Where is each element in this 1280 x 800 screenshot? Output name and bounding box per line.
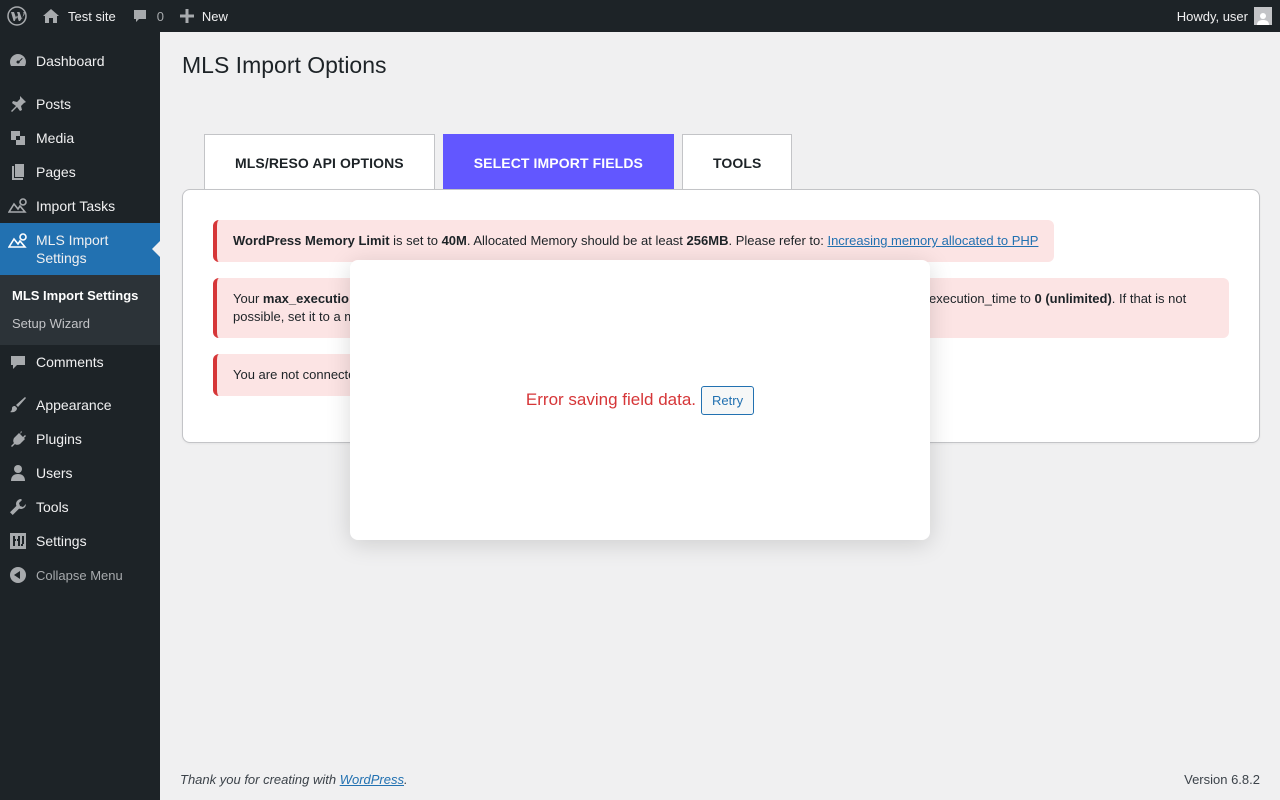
collapse-menu-button[interactable]: Collapse Menu bbox=[0, 558, 160, 592]
notice-text: Your bbox=[233, 291, 263, 306]
notice-text: . Please refer to: bbox=[728, 233, 828, 248]
plus-icon bbox=[179, 9, 194, 23]
media-icon bbox=[8, 128, 28, 148]
notice-bold: max_executio bbox=[262, 291, 349, 306]
dashboard-icon bbox=[8, 51, 28, 71]
notice-bold: 0 (unlimited) bbox=[1034, 291, 1112, 306]
brush-icon bbox=[8, 395, 28, 415]
sidebar-item-import-tasks[interactable]: Import Tasks bbox=[0, 189, 160, 223]
comment-icon bbox=[8, 352, 28, 372]
sidebar-item-label: Posts bbox=[36, 96, 72, 112]
sidebar-item-plugins[interactable]: Plugins bbox=[0, 422, 160, 456]
collapse-label: Collapse Menu bbox=[36, 567, 123, 583]
sidebar-item-tools[interactable]: Tools bbox=[0, 490, 160, 524]
tab-select-import-fields[interactable]: SELECT IMPORT FIELDS bbox=[442, 134, 674, 190]
user-icon bbox=[8, 463, 28, 483]
sidebar-item-label: Tools bbox=[36, 499, 69, 515]
memory-notice: WordPress Memory Limit is set to 40M. Al… bbox=[213, 220, 1055, 262]
notice-text: possible, set it to a m bbox=[233, 309, 356, 324]
notice-text: execution_time to bbox=[929, 291, 1035, 306]
sidebar-item-media[interactable]: Media bbox=[0, 121, 160, 155]
sidebar-item-users[interactable]: Users bbox=[0, 456, 160, 490]
footer-period: . bbox=[404, 772, 408, 787]
sidebar-item-label: Pages bbox=[36, 164, 76, 180]
error-message: Error saving field data. bbox=[525, 390, 697, 409]
home-icon bbox=[42, 7, 60, 25]
page-title: MLS Import Options bbox=[182, 52, 387, 78]
sidebar-item-label: Dashboard bbox=[36, 53, 105, 69]
settings-icon bbox=[8, 531, 28, 551]
submenu-item-setup-wizard[interactable]: Setup Wizard bbox=[0, 310, 160, 338]
import-icon bbox=[8, 231, 28, 251]
sidebar-item-settings[interactable]: Settings bbox=[0, 524, 160, 558]
admin-bar: Test site 0 New Howdy, user bbox=[0, 0, 1280, 32]
sidebar-item-label: Settings bbox=[36, 533, 87, 549]
comments-link[interactable]: 0 bbox=[124, 0, 172, 32]
sidebar-item-pages[interactable]: Pages bbox=[0, 155, 160, 189]
comments-count: 0 bbox=[156, 8, 164, 24]
pin-icon bbox=[8, 94, 28, 114]
new-content-link[interactable]: New bbox=[172, 0, 236, 32]
sidebar-item-posts[interactable]: Posts bbox=[0, 87, 160, 121]
sidebar-item-label: Comments bbox=[36, 354, 104, 370]
tab-bar: MLS/RESO API OPTIONS SELECT IMPORT FIELD… bbox=[204, 134, 793, 190]
submenu-item-mls-import-settings[interactable]: MLS Import Settings bbox=[0, 282, 160, 310]
submenu: MLS Import Settings Setup Wizard bbox=[0, 275, 160, 345]
sidebar-item-dashboard[interactable]: Dashboard bbox=[0, 44, 160, 78]
notice-text: You are not connecte bbox=[233, 367, 356, 382]
site-name: Test site bbox=[68, 8, 116, 24]
sidebar-item-label: Appearance bbox=[36, 397, 112, 413]
site-name-link[interactable]: Test site bbox=[34, 0, 124, 32]
notice-text: is set to bbox=[389, 233, 442, 248]
footer-version: Version 6.8.2 bbox=[1184, 772, 1260, 787]
error-modal: Error saving field data. Retry bbox=[350, 260, 930, 540]
footer-thanks: Thank you for creating with WordPress. bbox=[180, 772, 408, 787]
avatar bbox=[1254, 7, 1272, 25]
wrench-icon bbox=[8, 497, 28, 517]
notice-bold: WordPress Memory Limit bbox=[233, 233, 390, 248]
wordpress-link[interactable]: WordPress bbox=[340, 772, 404, 787]
sidebar-item-mls-import-settings[interactable]: MLS Import Settings bbox=[0, 223, 160, 275]
notice-text: . If that is not bbox=[1111, 291, 1187, 306]
admin-sidebar: Dashboard Posts Media Pages Import Tasks… bbox=[0, 32, 160, 800]
new-label: New bbox=[201, 8, 228, 24]
sidebar-item-label: Users bbox=[36, 465, 73, 481]
sidebar-item-comments[interactable]: Comments bbox=[0, 345, 160, 379]
wordpress-logo-icon[interactable] bbox=[0, 0, 34, 32]
retry-button[interactable]: Retry bbox=[701, 385, 755, 415]
sidebar-item-label: Media bbox=[36, 130, 75, 146]
tab-tools[interactable]: TOOLS bbox=[681, 134, 793, 190]
php-memory-link[interactable]: Increasing memory allocated to PHP bbox=[827, 233, 1038, 248]
comment-icon bbox=[132, 8, 148, 24]
footer-text: Thank you for creating with bbox=[180, 772, 340, 787]
import-icon bbox=[8, 196, 28, 216]
notice-bold: 256MB bbox=[686, 233, 729, 248]
account-menu[interactable]: Howdy, user bbox=[1169, 0, 1280, 32]
sidebar-item-label: MLS Import Settings bbox=[36, 232, 109, 266]
sidebar-item-label: Import Tasks bbox=[36, 198, 116, 214]
notice-text: . Allocated Memory should be at least bbox=[466, 233, 687, 248]
collapse-icon bbox=[8, 565, 28, 585]
tab-api-options[interactable]: MLS/RESO API OPTIONS bbox=[204, 134, 435, 190]
sidebar-item-label: Plugins bbox=[36, 431, 82, 447]
howdy-text: Howdy, user bbox=[1176, 8, 1248, 24]
sidebar-item-appearance[interactable]: Appearance bbox=[0, 388, 160, 422]
notice-bold: 40M bbox=[441, 233, 467, 248]
plugin-icon bbox=[8, 429, 28, 449]
pages-icon bbox=[8, 162, 28, 182]
